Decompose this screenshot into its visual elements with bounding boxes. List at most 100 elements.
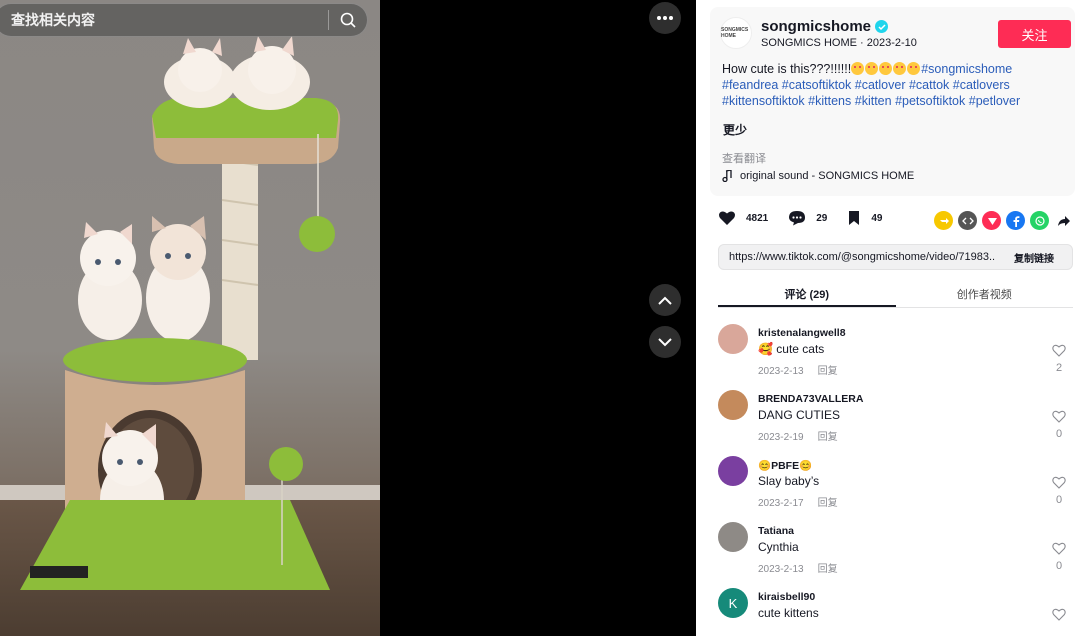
hashtag-link[interactable]: #catlovers — [953, 78, 1010, 92]
author-username[interactable]: songmicshome — [761, 18, 871, 35]
reply-button[interactable]: 回复 — [818, 432, 838, 443]
hashtag-link[interactable]: #feandrea — [722, 78, 778, 92]
see-translation-link[interactable]: 查看翻译 — [722, 150, 766, 166]
hashtag-link[interactable]: #kittens — [808, 94, 851, 108]
more-icon — [657, 16, 673, 20]
commenter-avatar[interactable] — [718, 324, 748, 354]
comment-like-count: 2 — [1055, 362, 1063, 374]
description-card: SONGMICS HOME songmicshome SONGMICS HOME… — [710, 7, 1075, 196]
like-button[interactable]: 4821 — [718, 210, 768, 226]
bookmark-icon — [849, 211, 860, 225]
save-button[interactable]: 49 — [847, 210, 883, 226]
next-video-button[interactable] — [649, 326, 681, 358]
save-count: 49 — [871, 212, 883, 224]
details-panel: SONGMICS HOME songmicshome SONGMICS HOME… — [696, 0, 1080, 636]
heart-eyes-emoji-icon — [893, 62, 907, 75]
comment-like-icon[interactable] — [1052, 608, 1066, 622]
facebook-icon[interactable] — [1006, 211, 1025, 230]
comment-button[interactable]: 29 — [788, 210, 827, 226]
caption-text: How cute is this???!!!!!! — [722, 62, 852, 76]
comment-like-icon[interactable] — [1052, 542, 1066, 556]
video-player[interactable]: 查找相关内容 — [0, 0, 380, 636]
share-arrow-icon[interactable] — [1054, 211, 1073, 230]
repost-icon[interactable] — [934, 211, 953, 230]
heart-icon — [719, 211, 735, 225]
hashtag-link[interactable]: #cattok — [909, 78, 949, 92]
hashtag-link[interactable]: #kittensoftiktok — [722, 94, 805, 108]
tiktok-video-page: 查找相关内容 SONGMICS HOME songmicshome SONGMI… — [0, 0, 1080, 636]
comment-item: Kkiraisbell90 cute kittens — [718, 586, 1078, 636]
comment-like-icon[interactable] — [1052, 476, 1066, 490]
commenter-username[interactable]: kristenalangwell8 — [758, 327, 846, 339]
comment-meta: 2023-2-19 回复 — [758, 428, 838, 443]
reply-button[interactable]: 回复 — [818, 498, 838, 509]
commenter-avatar[interactable] — [718, 390, 748, 420]
comment-like-icon[interactable] — [1052, 410, 1066, 424]
reply-button[interactable]: 回复 — [818, 564, 838, 575]
cat-tree-illustration — [20, 36, 341, 590]
more-options-button[interactable] — [649, 2, 681, 34]
commenter-avatar[interactable]: K — [718, 588, 748, 618]
caption-emojis — [851, 62, 921, 76]
comment-meta: 2023-2-13 回复 — [758, 362, 838, 377]
video-url[interactable]: https://www.tiktok.com/@songmicshome/vid… — [719, 251, 996, 263]
hashtag-link[interactable]: #catsoftiktok — [782, 78, 851, 92]
comment-text: cute kittens — [758, 606, 819, 620]
comment-date: 2023-2-13 — [758, 366, 804, 377]
sound-link[interactable]: original sound - SONGMICS HOME — [722, 170, 914, 182]
comment-like-count: 0 — [1055, 494, 1063, 506]
video-backdrop — [380, 0, 696, 636]
search-bar[interactable]: 查找相关内容 — [0, 3, 368, 37]
comment-text: Slay baby’s — [758, 474, 820, 488]
commenter-avatar[interactable] — [718, 456, 748, 486]
chevron-up-icon — [658, 296, 672, 305]
commenter-username[interactable]: BRENDA73VALLERA — [758, 393, 863, 405]
comment-date: 2023-2-13 — [758, 564, 804, 575]
hashtag-link[interactable]: #catlover — [855, 78, 906, 92]
heart-eyes-emoji-icon — [865, 62, 879, 75]
search-input[interactable]: 查找相关内容 — [0, 10, 328, 30]
reply-button[interactable]: 回复 — [818, 366, 838, 377]
embed-icon[interactable] — [958, 211, 977, 230]
whatsapp-icon[interactable] — [1030, 211, 1049, 230]
previous-video-button[interactable] — [649, 284, 681, 316]
comment-item: kristenalangwell8 🥰 cute cats 2023-2-13 回复 2 — [718, 322, 1078, 388]
verified-badge-icon — [875, 20, 889, 33]
chevron-down-icon — [658, 337, 672, 346]
hashtag-link[interactable]: #songmicshome — [921, 62, 1012, 76]
like-count: 4821 — [746, 212, 769, 224]
brand-logo-text: SONGMICS HOME — [721, 27, 749, 39]
commenter-username[interactable]: Tatiana — [758, 525, 794, 537]
follow-button[interactable]: 关注 — [998, 20, 1071, 48]
engagement-actions: 4821 29 49 — [718, 210, 903, 226]
video-caption: How cute is this???!!!!!! #songmicshome #… — [722, 61, 1067, 109]
send-icon[interactable] — [982, 211, 1001, 230]
hashtag-link[interactable]: #kitten — [855, 94, 892, 108]
commenter-username[interactable]: 😊PBFE😊 — [758, 459, 812, 472]
heart-eyes-emoji-icon — [879, 62, 893, 75]
comment-date: 2023-2-19 — [758, 432, 804, 443]
hashtag-link[interactable]: #petlover — [969, 94, 1020, 108]
commenter-username[interactable]: kiraisbell90 — [758, 591, 815, 603]
search-button[interactable] — [329, 3, 367, 37]
avatar-letter: K — [728, 595, 738, 611]
heart-eyes-emoji-icon — [907, 62, 921, 75]
comment-meta: 2023-2-17 回复 — [758, 494, 838, 509]
author-subtitle: SONGMICS HOME · 2023-2-10 — [761, 37, 917, 49]
comment-date: 2023-2-17 — [758, 498, 804, 509]
search-icon — [340, 12, 356, 28]
commenter-avatar[interactable] — [718, 522, 748, 552]
show-less-button[interactable]: 更少 — [723, 121, 747, 138]
tab-comments[interactable]: 评论 (29) — [718, 280, 896, 307]
comment-item: BRENDA73VALLERA DANG CUTIES 2023-2-19 回复 0 — [718, 388, 1078, 454]
comment-list: kristenalangwell8 🥰 cute cats 2023-2-13 回复 2… — [718, 322, 1078, 636]
copy-link-button[interactable]: 复制链接 — [996, 250, 1072, 265]
comment-like-count: 0 — [1055, 560, 1063, 572]
tab-creator-videos[interactable]: 创作者视频 — [896, 280, 1074, 307]
hashtag-link[interactable]: #petsoftiktok — [895, 94, 965, 108]
author-name[interactable]: songmicshome — [761, 18, 889, 35]
comment-item: Tatiana Cynthia 2023-2-13 回复 0 — [718, 520, 1078, 586]
comment-like-icon[interactable] — [1052, 344, 1066, 358]
heart-eyes-emoji-icon — [851, 62, 865, 75]
author-avatar[interactable]: SONGMICS HOME — [720, 17, 752, 49]
